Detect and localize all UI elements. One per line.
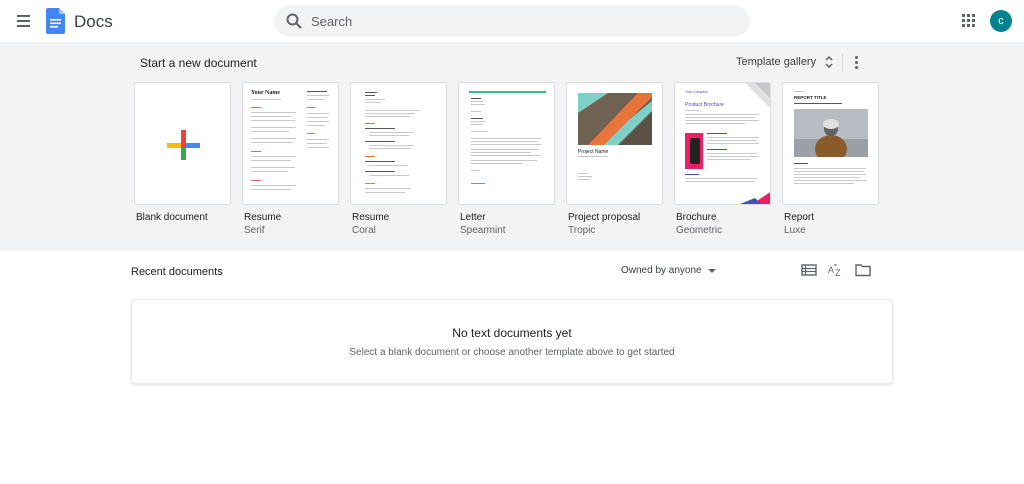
template-letter-spearmint[interactable]: Letter Spearmint — [458, 82, 555, 236]
owner-filter-label: Owned by anyone — [621, 265, 702, 276]
chevron-down-icon — [707, 268, 716, 273]
template-name: Project proposal — [568, 212, 641, 223]
template-subtitle: Serif — [244, 225, 265, 236]
template-subtitle: Spearmint — [460, 225, 506, 236]
preview-heading: Your Name — [251, 90, 281, 96]
top-bar: Docs c — [0, 0, 1024, 42]
template-thumbnail[interactable]: Project Name — [566, 82, 663, 205]
template-report-luxe[interactable]: REPORT TITLE Report Luxe — [782, 82, 879, 236]
unfold-icon — [825, 55, 833, 69]
empty-state-title: No text documents yet — [452, 326, 572, 340]
template-name: Report — [784, 212, 815, 223]
account-avatar[interactable]: c — [990, 10, 1012, 32]
svg-text:Z: Z — [835, 268, 841, 277]
sort-az-icon[interactable]: A Z — [828, 263, 844, 277]
template-brochure-geometric[interactable]: Your Company Product Brochure Brochure G… — [674, 82, 771, 236]
template-blank[interactable]: Blank document — [134, 82, 231, 223]
corner-graphic — [745, 83, 770, 108]
template-thumbnail[interactable] — [458, 82, 555, 205]
recent-documents-label: Recent documents — [131, 266, 223, 278]
empty-state-card: No text documents yet Select a blank doc… — [131, 299, 893, 384]
google-apps-icon[interactable] — [962, 14, 976, 28]
tropic-graphic — [578, 93, 652, 145]
phone-screen — [690, 138, 700, 164]
template-name: Letter — [460, 212, 486, 223]
template-resume-serif[interactable]: Your Name Resume Serif — [242, 82, 339, 236]
list-view-icon[interactable] — [801, 263, 817, 277]
docs-logo-icon[interactable] — [46, 8, 65, 34]
toolbar-divider — [842, 54, 843, 72]
start-new-document-label: Start a new document — [140, 56, 257, 70]
template-thumbnail[interactable]: Your Name — [242, 82, 339, 205]
app-title[interactable]: Docs — [74, 12, 113, 32]
more-options-icon[interactable] — [852, 55, 862, 71]
preview-heading: REPORT TITLE — [794, 95, 827, 100]
main-menu-icon[interactable] — [13, 11, 35, 31]
template-name: Brochure — [676, 212, 717, 223]
template-thumbnail[interactable] — [134, 82, 231, 205]
template-name: Resume — [244, 212, 282, 223]
owner-filter-dropdown[interactable]: Owned by anyone — [621, 265, 716, 276]
search-bar[interactable] — [274, 5, 750, 37]
template-resume-coral[interactable]: Resume Coral — [350, 82, 447, 236]
preview-heading: Product Brochure — [685, 102, 724, 108]
svg-text:A: A — [828, 265, 834, 275]
template-name: Resume — [352, 212, 390, 223]
preview-company: Your Company — [685, 90, 709, 94]
search-icon[interactable] — [285, 12, 303, 30]
folder-icon[interactable] — [855, 263, 871, 277]
template-project-proposal-tropic[interactable]: Project Name Project proposal Tropic — [566, 82, 663, 236]
template-subtitle: Luxe — [784, 225, 806, 236]
template-subtitle: Geometric — [676, 225, 723, 236]
template-thumbnail[interactable] — [350, 82, 447, 205]
template-section: Start a new document Template gallery Bl… — [0, 42, 1024, 251]
template-subtitle: Tropic — [568, 225, 596, 236]
report-photo — [794, 109, 868, 157]
search-input[interactable] — [311, 5, 731, 37]
template-name: Blank document — [136, 212, 208, 223]
preview-heading: Project Name — [578, 149, 609, 155]
template-thumbnail[interactable]: REPORT TITLE — [782, 82, 879, 205]
accent-bar — [469, 91, 546, 93]
template-subtitle: Coral — [352, 225, 376, 236]
template-thumbnail[interactable]: Your Company Product Brochure — [674, 82, 771, 205]
plus-icon — [167, 130, 200, 160]
template-gallery-label: Template gallery — [736, 56, 817, 68]
bottom-graphic — [740, 192, 770, 204]
template-gallery-button[interactable]: Template gallery — [736, 55, 834, 69]
empty-state-subtitle: Select a blank document or choose anothe… — [349, 347, 675, 358]
